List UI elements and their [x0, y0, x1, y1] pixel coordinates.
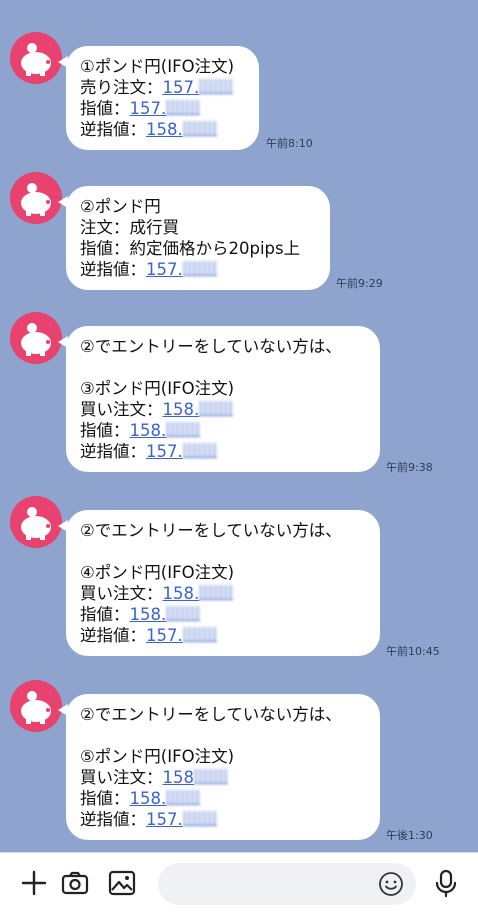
price-link[interactable]: 157.: [146, 810, 183, 829]
piggy-bank-icon: [21, 183, 51, 216]
price-link[interactable]: 158.: [130, 421, 167, 440]
price-link[interactable]: 158.: [130, 605, 167, 624]
chat-area: ①ポンド円(IFO注文) 売り注文：157. 指値：157. 逆指値：158. …: [0, 0, 478, 852]
limit-label: 指値：: [80, 605, 130, 624]
message-intro: ②でエントリーをしていない方は、: [80, 705, 342, 724]
price-link[interactable]: 158.: [130, 789, 167, 808]
timestamp: 午前8:10: [266, 137, 313, 150]
piggy-bank-icon: [21, 691, 51, 724]
blurred-digits: [182, 261, 217, 276]
order-line: 注文：成行買: [80, 218, 179, 237]
avatar[interactable]: [10, 312, 62, 364]
input-toolbar: [0, 852, 478, 917]
price-link[interactable]: 157.: [146, 442, 183, 461]
message-intro: ②でエントリーをしていない方は、: [80, 337, 342, 356]
message-intro: ②でエントリーをしていない方は、: [80, 521, 342, 540]
microphone-icon[interactable]: [430, 867, 462, 899]
message-heading: ④ポンド円(IFO注文): [80, 563, 235, 582]
image-icon[interactable]: [106, 867, 138, 899]
avatar[interactable]: [10, 172, 62, 224]
camera-icon[interactable]: [59, 867, 91, 899]
message-heading: ②ポンド円: [80, 197, 161, 216]
blurred-digits: [182, 627, 217, 642]
price-link[interactable]: 157.: [146, 626, 183, 645]
message-bubble: ②でエントリーをしていない方は、 ③ポンド円(IFO注文) 買い注文：158. …: [58, 326, 380, 472]
timestamp: 午後1:30: [386, 829, 433, 842]
stop-label: 逆指値：: [80, 120, 146, 139]
plus-icon[interactable]: [18, 867, 50, 899]
timestamp: 午前10:45: [386, 645, 440, 658]
price-link[interactable]: 157.: [130, 99, 167, 118]
price-link[interactable]: 158.: [163, 400, 200, 419]
price-link[interactable]: 157.: [163, 78, 200, 97]
order-label: 買い注文：: [80, 400, 163, 419]
emoji-icon[interactable]: [378, 871, 404, 897]
piggy-bank-icon: [21, 323, 51, 356]
order-label: 買い注文：: [80, 768, 163, 787]
limit-label: 指値：: [80, 789, 130, 808]
order-label: 買い注文：: [80, 584, 163, 603]
blurred-digits: [182, 811, 217, 826]
message-heading: ①ポンド円(IFO注文): [80, 57, 235, 76]
avatar[interactable]: [10, 32, 62, 84]
blurred-digits: [166, 606, 201, 621]
message-bubble: ①ポンド円(IFO注文) 売り注文：157. 指値：157. 逆指値：158.: [58, 46, 259, 150]
price-link[interactable]: 158: [163, 768, 195, 787]
avatar[interactable]: [10, 496, 62, 548]
piggy-bank-icon: [21, 507, 51, 540]
price-link[interactable]: 158.: [163, 584, 200, 603]
order-label: 売り注文：: [80, 78, 163, 97]
stop-label: 逆指値：: [80, 442, 146, 461]
message-bubble: ②でエントリーをしていない方は、 ⑤ポンド円(IFO注文) 買い注文：158 指…: [58, 694, 380, 840]
stop-label: 逆指値：: [80, 810, 146, 829]
blurred-digits: [199, 585, 234, 600]
message-input[interactable]: [158, 863, 416, 905]
timestamp: 午前9:29: [336, 277, 383, 290]
blurred-digits: [199, 79, 234, 94]
blurred-digits: [182, 443, 217, 458]
stop-label: 逆指値：: [80, 260, 146, 279]
blurred-digits: [182, 121, 217, 136]
blurred-digits: [199, 401, 234, 416]
message-bubble: ②ポンド円 注文：成行買 指値：約定価格から20pips上 逆指値：157.: [58, 186, 330, 290]
message-heading: ⑤ポンド円(IFO注文): [80, 747, 235, 766]
blurred-digits: [194, 769, 228, 784]
stop-label: 逆指値：: [80, 626, 146, 645]
piggy-bank-icon: [21, 43, 51, 76]
message-heading: ③ポンド円(IFO注文): [80, 379, 235, 398]
avatar[interactable]: [10, 680, 62, 732]
blurred-digits: [166, 100, 201, 115]
blurred-digits: [166, 790, 201, 805]
message-bubble: ②でエントリーをしていない方は、 ④ポンド円(IFO注文) 買い注文：158. …: [58, 510, 380, 656]
limit-line: 指値：約定価格から20pips上: [80, 239, 301, 258]
timestamp: 午前9:38: [386, 461, 433, 474]
limit-label: 指値：: [80, 421, 130, 440]
price-link[interactable]: 157.: [146, 260, 183, 279]
price-link[interactable]: 158.: [146, 120, 183, 139]
limit-label: 指値：: [80, 99, 130, 118]
blurred-digits: [166, 422, 201, 437]
